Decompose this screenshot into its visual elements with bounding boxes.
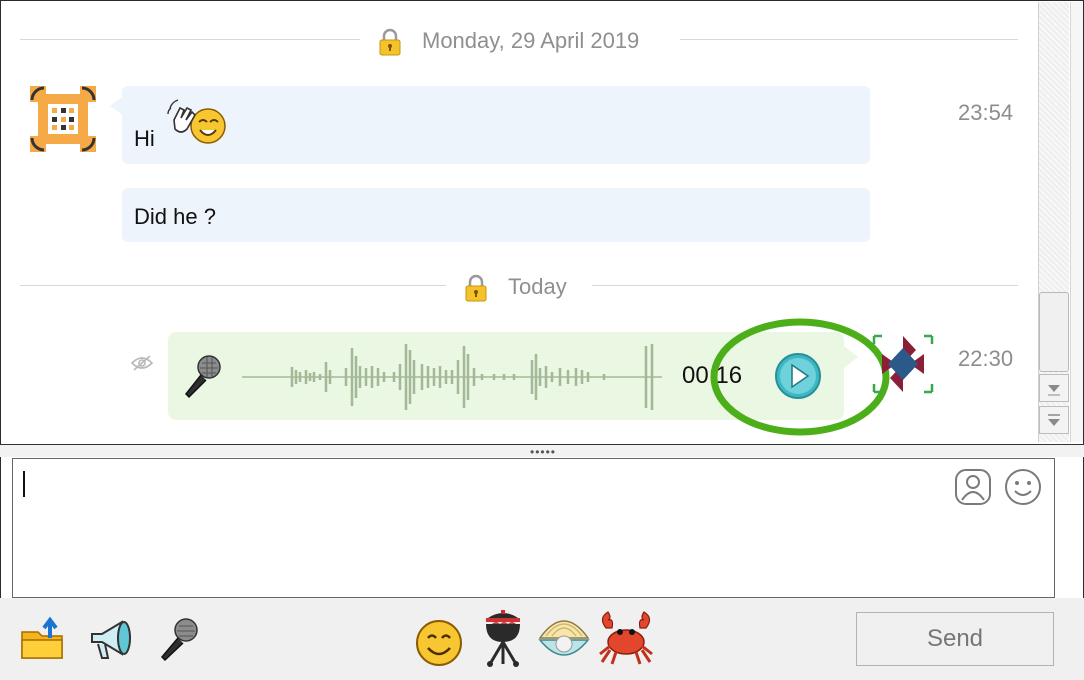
chevron-down-icon bbox=[1048, 414, 1060, 426]
conversation-area: Monday, 29 April 2019 Hi 23:54 Did he ? … bbox=[2, 2, 1038, 444]
contact-card-icon[interactable] bbox=[953, 467, 993, 507]
barbecue-grill-emoji[interactable] bbox=[480, 608, 526, 668]
message-timestamp: 22:30 bbox=[958, 346, 1014, 371]
separator-line bbox=[20, 285, 446, 286]
smiley-icon[interactable] bbox=[1003, 467, 1043, 507]
message-timestamp: 23:54 bbox=[958, 100, 1014, 125]
microphone-icon bbox=[184, 355, 221, 399]
send-button[interactable]: Send bbox=[856, 612, 1054, 666]
send-file-icon[interactable] bbox=[20, 616, 66, 662]
side-panel-edge bbox=[1070, 2, 1083, 442]
separator-line bbox=[592, 285, 1018, 286]
message-bubble[interactable]: Did he ? bbox=[122, 188, 870, 242]
bubble-tail bbox=[110, 96, 124, 116]
lock-icon bbox=[465, 274, 487, 302]
date-separator-monday: Monday, 29 April 2019 bbox=[20, 28, 1018, 56]
chevron-down-icon bbox=[1048, 385, 1060, 396]
smiling-face-emoji[interactable] bbox=[414, 618, 464, 668]
text-caret bbox=[23, 471, 25, 497]
separator-line bbox=[680, 39, 1018, 40]
highlight-ring bbox=[710, 318, 890, 436]
message-bubble[interactable]: Hi bbox=[110, 86, 870, 164]
lock-icon bbox=[379, 28, 401, 56]
date-separator-label: Monday, 29 April 2019 bbox=[422, 28, 640, 53]
scrollbar-thumb[interactable] bbox=[1039, 292, 1069, 372]
message-text: Did he ? bbox=[134, 204, 216, 229]
message-input[interactable] bbox=[12, 458, 1055, 598]
microphone-icon[interactable] bbox=[156, 616, 202, 662]
crab-emoji[interactable] bbox=[596, 608, 656, 668]
date-separator-label: Today bbox=[508, 274, 567, 299]
scroll-down-button[interactable] bbox=[1039, 374, 1069, 402]
waving-face-emoji bbox=[167, 99, 226, 144]
audio-waveform bbox=[242, 344, 662, 410]
scroll-end-button[interactable] bbox=[1039, 406, 1069, 434]
eye-slash-icon bbox=[130, 355, 154, 371]
separator-line bbox=[20, 39, 360, 40]
megaphone-icon[interactable] bbox=[88, 618, 134, 662]
message-text: Hi bbox=[134, 126, 155, 151]
oyster-pearl-emoji[interactable] bbox=[536, 608, 592, 668]
contact-avatar[interactable] bbox=[30, 86, 96, 152]
own-avatar[interactable] bbox=[868, 332, 938, 396]
splitter-grip: ••••• bbox=[530, 445, 557, 459]
pane-splitter[interactable]: ••••• bbox=[0, 444, 1084, 459]
date-separator-today: Today bbox=[20, 274, 1018, 302]
